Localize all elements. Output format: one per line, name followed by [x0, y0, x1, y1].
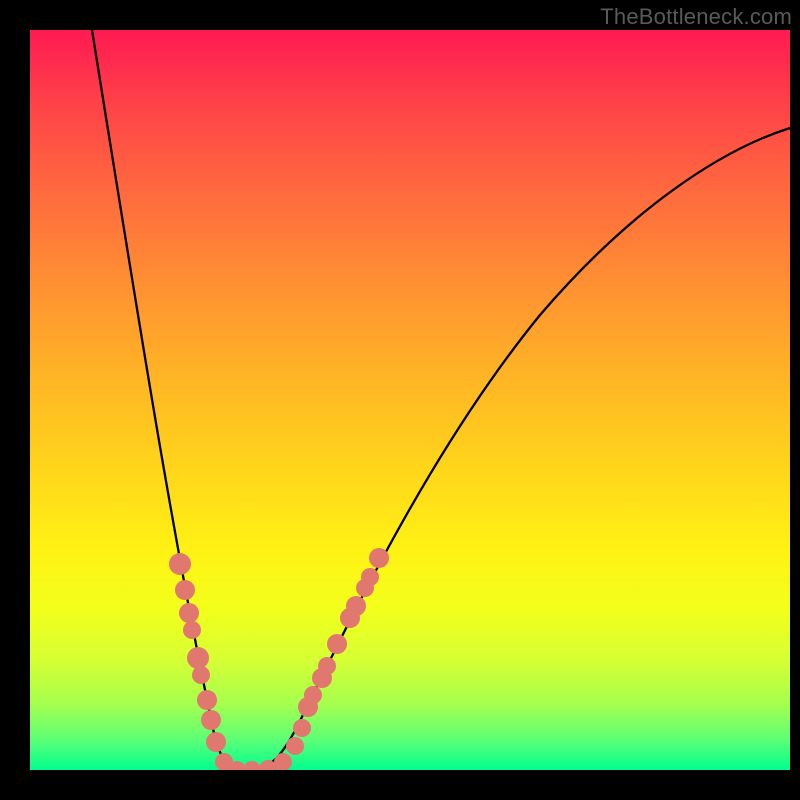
- marker-left-7: [201, 710, 221, 730]
- marker-right-6: [346, 596, 366, 616]
- marker-left-6: [197, 690, 217, 710]
- marker-left-0: [169, 553, 191, 575]
- marker-right-9: [369, 548, 389, 568]
- marker-right-3: [318, 657, 336, 675]
- curve-left-branch: [92, 30, 248, 770]
- marker-left-3: [183, 621, 201, 639]
- curve-svg: [30, 30, 790, 770]
- watermark-text: TheBottleneck.com: [600, 4, 792, 30]
- marker-bottom-4: [286, 737, 304, 755]
- marker-bottom-1: [243, 761, 261, 770]
- marker-left-5: [192, 666, 210, 684]
- marker-bottom-3: [274, 753, 292, 770]
- marker-right-8: [361, 568, 379, 586]
- marker-bottom-5: [293, 719, 311, 737]
- marker-right-4: [327, 634, 347, 654]
- marker-group-left: [169, 553, 233, 770]
- plot-area: [30, 30, 790, 770]
- marker-left-4: [187, 647, 209, 669]
- marker-right-1: [304, 686, 322, 704]
- marker-group-bottom: [228, 719, 311, 770]
- marker-left-8: [206, 732, 226, 752]
- marker-left-2: [179, 603, 199, 623]
- marker-left-1: [175, 580, 195, 600]
- chart-frame: TheBottleneck.com: [0, 0, 800, 800]
